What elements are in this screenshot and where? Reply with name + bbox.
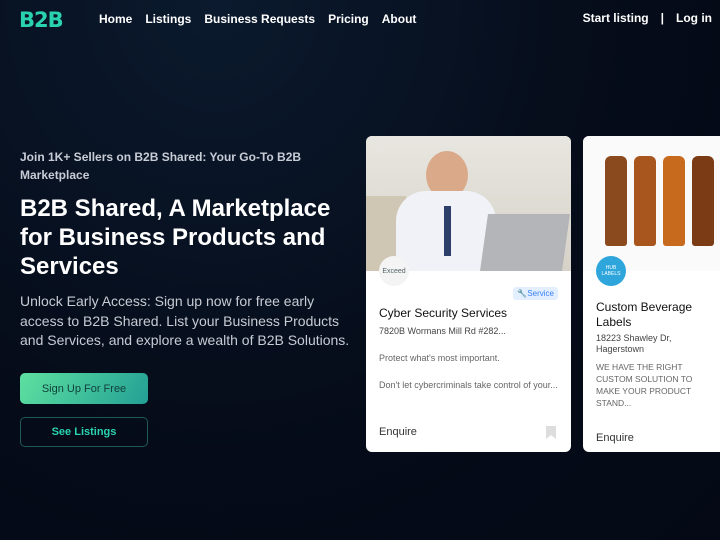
listing-address: 7820B Wormans Mill Rd #282...	[379, 326, 506, 336]
hero: Join 1K+ Sellers on B2B Shared: Your Go-…	[20, 148, 350, 351]
nav-listings[interactable]: Listings	[145, 12, 191, 26]
nav-home[interactable]: Home	[99, 12, 132, 26]
listing-title[interactable]: Custom Beverage Labels	[596, 300, 714, 330]
nav-pricing[interactable]: Pricing	[328, 12, 369, 26]
service-badge: 🔧Service	[513, 287, 558, 300]
logo[interactable]: B2B	[19, 8, 64, 32]
start-listing-link[interactable]: Start listing	[583, 11, 649, 25]
nav-about[interactable]: About	[382, 12, 417, 26]
listing-image	[583, 136, 720, 271]
nav-separator: |	[660, 11, 664, 25]
login-link[interactable]: Log in	[676, 11, 712, 25]
top-nav: B2B Home Listings Business Requests Pric…	[0, 0, 720, 38]
see-listings-button[interactable]: See Listings	[20, 417, 148, 447]
listing-image	[366, 136, 571, 271]
wrench-icon: 🔧	[517, 289, 528, 298]
listing-card[interactable]: HUB LABELS Custom Beverage Labels 18223 …	[583, 136, 720, 452]
hero-kicker: Join 1K+ Sellers on B2B Shared: Your Go-…	[20, 150, 302, 182]
hero-description: Unlock Early Access: Sign up now for fre…	[20, 293, 350, 348]
listing-card[interactable]: Exceed 🔧Service Cyber Security Services …	[366, 136, 571, 452]
enquire-button[interactable]: Enquire	[596, 432, 634, 444]
sign-up-button[interactable]: Sign Up For Free	[20, 373, 148, 404]
hero-title: B2B Shared, A Marketplace for Business P…	[20, 195, 331, 280]
listing-description: WE HAVE THE RIGHT CUSTOM SOLUTION TO MAK…	[596, 362, 693, 408]
listing-address: 18223 Shawley Dr, Hagerstown	[596, 333, 672, 354]
nav-business-requests[interactable]: Business Requests	[204, 12, 315, 26]
listing-description: Protect what's most important. Don't let …	[379, 353, 558, 390]
company-logo: Exceed	[379, 256, 409, 286]
company-logo: HUB LABELS	[596, 256, 626, 286]
enquire-button[interactable]: Enquire	[379, 426, 417, 438]
bookmark-icon[interactable]	[546, 426, 556, 439]
listing-title[interactable]: Cyber Security Services	[379, 306, 507, 320]
